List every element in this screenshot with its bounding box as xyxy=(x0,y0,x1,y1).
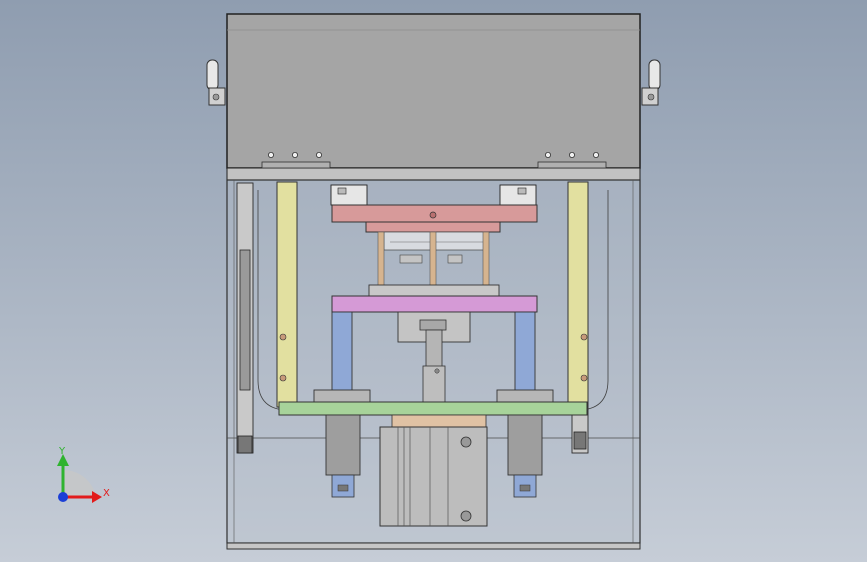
handle-right[interactable] xyxy=(641,59,661,106)
guide-rail-right[interactable] xyxy=(567,181,589,408)
z-axis-dot xyxy=(58,492,68,502)
cad-model-view[interactable]: Y X xyxy=(0,0,867,562)
middle-plate[interactable] xyxy=(331,295,538,313)
handle-left[interactable] xyxy=(206,59,226,106)
x-axis-label: X xyxy=(103,488,110,499)
side-clamp-left[interactable] xyxy=(236,182,254,454)
y-axis-label: Y xyxy=(58,446,66,457)
rail-clamp-right[interactable] xyxy=(499,184,537,206)
pressure-plate[interactable] xyxy=(368,284,500,297)
coordinate-triad[interactable]: Y X xyxy=(57,446,110,503)
cylinder[interactable] xyxy=(379,414,488,527)
guide-rail-left[interactable] xyxy=(276,181,298,408)
rail-clamp-left[interactable] xyxy=(330,184,368,206)
top-cover[interactable] xyxy=(226,13,641,181)
base-plate[interactable] xyxy=(278,401,588,416)
3d-viewport[interactable]: Y X xyxy=(0,0,867,562)
x-axis-arrowhead xyxy=(92,491,102,503)
